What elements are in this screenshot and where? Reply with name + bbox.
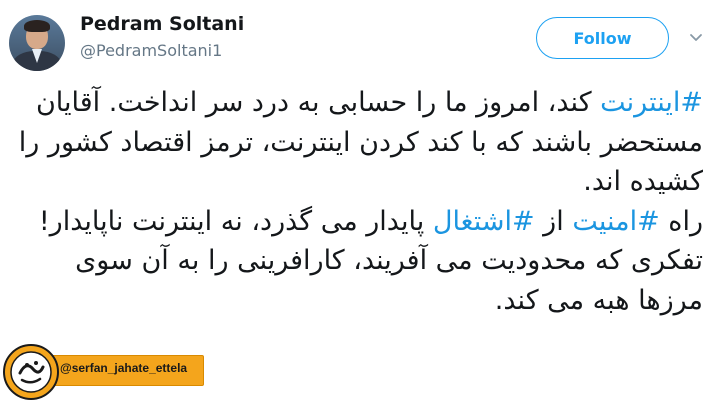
tweet-text-segment: راه: [659, 205, 703, 237]
tweet-text-segment: پایدار می گذرد، نه اینترنت ناپایدار!: [38, 205, 433, 237]
tweet-paragraph-1: #اینترنت کند، امروز ما را حسابی به درد س…: [13, 83, 703, 202]
hashtag-link[interactable]: #اینترنت: [600, 87, 703, 118]
avatar[interactable]: [9, 15, 65, 71]
avatar-hair: [24, 20, 50, 32]
channel-logo-icon: [3, 344, 59, 400]
hashtag-link[interactable]: #اشتغال: [433, 206, 535, 237]
tweet-text-segment: از: [534, 205, 573, 237]
follow-button[interactable]: Follow: [536, 17, 669, 59]
user-handle[interactable]: @PedramSoltani1: [80, 41, 222, 60]
tweet-paragraph-2: راه #امنیت از #اشتغال پایدار می گذرد، نه…: [13, 202, 703, 242]
hashtag-link[interactable]: #امنیت: [572, 206, 659, 237]
tweet-text: #اینترنت کند، امروز ما را حسابی به درد س…: [13, 83, 703, 320]
display-name[interactable]: Pedram Soltani: [80, 13, 244, 35]
tweet-paragraph-3: تفکری که محدودیت می آفریند، کارافرینی را…: [75, 245, 703, 316]
chevron-down-icon[interactable]: [688, 30, 704, 46]
watermark-handle: @serfan_jahate_ettela: [60, 361, 188, 375]
watermark: @serfan_jahate_ettela: [0, 341, 204, 403]
